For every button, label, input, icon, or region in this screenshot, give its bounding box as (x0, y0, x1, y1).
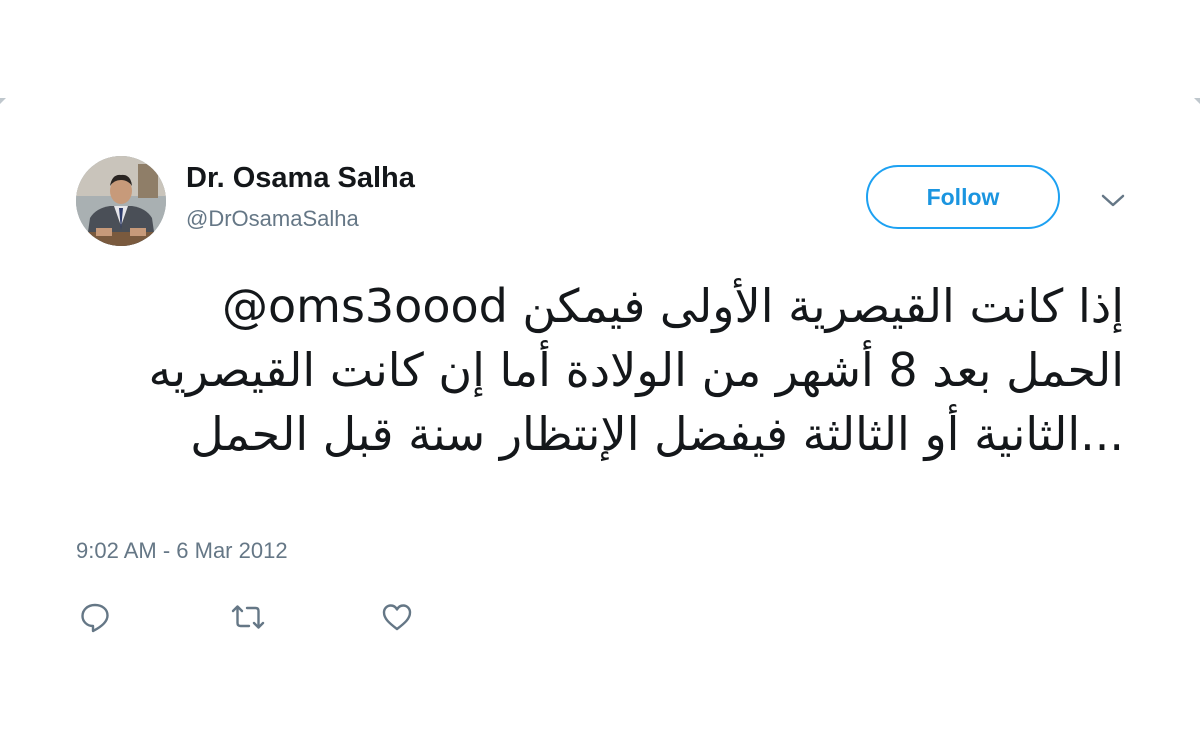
tweet-timestamp[interactable]: 9:02 AM - 6 Mar 2012 (76, 538, 288, 564)
follow-button[interactable]: Follow (866, 165, 1060, 229)
like-icon[interactable] (380, 600, 414, 634)
reply-icon[interactable] (78, 600, 112, 634)
tweet-card: Dr. Osama Salha @DrOsamaSalha Follow @om… (0, 0, 1200, 743)
tweet-text: @oms3oood إذا كانت القيصرية الأولى فيمكن… (148, 279, 1124, 461)
avatar[interactable] (76, 156, 166, 246)
chevron-down-icon[interactable] (1100, 192, 1126, 210)
retweet-icon[interactable] (228, 600, 268, 634)
author-handle[interactable]: @DrOsamaSalha (186, 206, 359, 232)
author-display-name[interactable]: Dr. Osama Salha (186, 162, 415, 195)
corner-mark-left (0, 98, 6, 104)
corner-mark-right (1194, 98, 1200, 104)
